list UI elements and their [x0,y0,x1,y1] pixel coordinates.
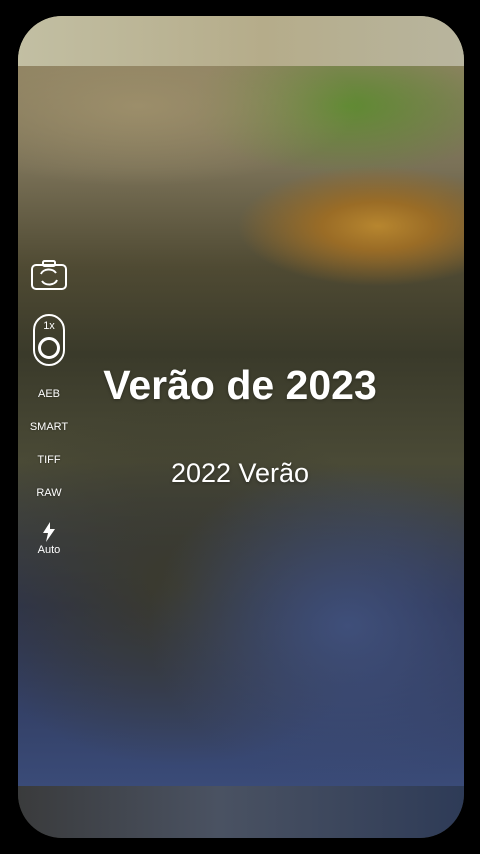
zoom-level: 1x [43,320,55,332]
zoom-toggle[interactable]: 1x [33,314,65,366]
top-preview-band [18,16,464,66]
zoom-ring-icon [38,337,60,359]
photo-frame [18,16,464,838]
mode-smart[interactable]: SMART [30,421,68,433]
camera-switch-icon[interactable] [30,258,68,292]
flash-icon[interactable] [42,522,56,542]
flash-mode-label[interactable]: Auto [38,544,61,556]
overlay-subtitle: 2022 Verão [170,458,310,488]
bottom-preview-band [18,786,464,838]
overlay-title: Verão de 2023 [103,362,377,408]
viewfinder-photo [18,66,464,786]
